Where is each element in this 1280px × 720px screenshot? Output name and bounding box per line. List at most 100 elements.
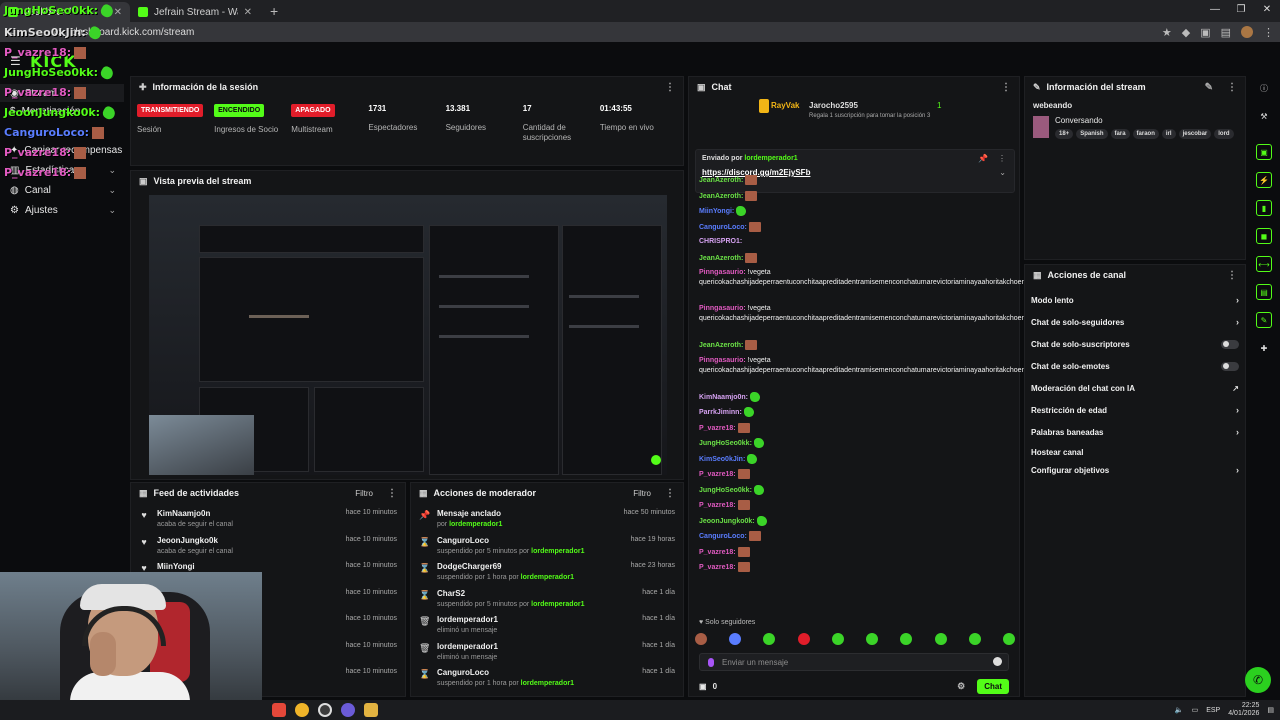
channel-action-2[interactable]: Chat de solo-suscriptores: [1025, 333, 1245, 355]
emote-button[interactable]: [797, 633, 810, 645]
tag-chip[interactable]: irl: [1161, 129, 1176, 139]
brave-icon[interactable]: [272, 703, 286, 717]
tag-chip[interactable]: lord: [1214, 129, 1234, 139]
profile-avatar[interactable]: [1241, 26, 1253, 38]
emote-button[interactable]: [763, 633, 776, 645]
panel-menu-icon[interactable]: ⋮: [665, 82, 675, 93]
lightning-icon[interactable]: ⚡: [1256, 172, 1272, 188]
chat-username[interactable]: CanguroLoco:: [699, 223, 747, 230]
chat-username[interactable]: KimSeo0kJin:: [699, 455, 745, 462]
chat-settings-icon[interactable]: ⚙: [957, 681, 965, 692]
sidepanel-icon[interactable]: ▤: [1221, 26, 1231, 39]
list-item[interactable]: 🗑 lordemperador1 eliminó un mensaje hace 1 …: [411, 611, 683, 637]
info-icon[interactable]: ⓘ: [1256, 80, 1272, 96]
wrench-icon[interactable]: ⚒: [1256, 108, 1272, 124]
emoji-icon[interactable]: [993, 657, 1002, 666]
chat-username[interactable]: P_vazre18:: [699, 564, 736, 571]
browser-tab-stream[interactable]: Jefrain Stream - Watch Live on ✕: [130, 2, 260, 22]
emote-button[interactable]: [968, 633, 981, 645]
chat-username[interactable]: Pinngasaurio:: [699, 357, 746, 364]
pin-icon[interactable]: 📌: [978, 154, 988, 163]
list-item[interactable]: ⌛ CanguroLoco suspendido por 1 hora por lo…: [411, 664, 683, 690]
emote-button[interactable]: [831, 633, 844, 645]
folder-icon[interactable]: [364, 703, 378, 717]
chat-username[interactable]: P_vazre18:: [699, 548, 736, 555]
chat-username[interactable]: JungHoSeo0kk:: [699, 440, 752, 447]
chat-username[interactable]: JeanAzeroth:: [699, 342, 743, 349]
chat-username[interactable]: Pinngasaurio:: [699, 305, 746, 312]
maximize-icon[interactable]: ❐: [1228, 0, 1254, 20]
emote-button[interactable]: [695, 633, 707, 645]
clock[interactable]: 22:25 4/01/2026: [1228, 702, 1259, 718]
emote-picker-icon[interactable]: [708, 658, 714, 667]
panel-menu-icon[interactable]: ⋮: [665, 488, 675, 499]
channel-action-6[interactable]: Palabras baneadas ›: [1025, 421, 1245, 443]
chat-username[interactable]: P_vazre18:: [699, 424, 736, 431]
chrome-icon[interactable]: [295, 703, 309, 717]
list-item[interactable]: ♥ JeoonJungko0k acaba de seguir el canal ha…: [131, 532, 405, 558]
extension-icon[interactable]: ◆: [1182, 26, 1190, 39]
moderator-name[interactable]: lordemperador1: [521, 680, 574, 687]
chat-input[interactable]: Enviar un mensaje: [699, 653, 1009, 671]
emote-button[interactable]: [866, 633, 879, 645]
channel-action-8[interactable]: Configurar objetivos ›: [1025, 459, 1245, 481]
toggle-switch[interactable]: [1221, 339, 1239, 349]
channel-action-5[interactable]: Restricción de edad ›: [1025, 399, 1245, 421]
chat-username[interactable]: ParrkJiminn:: [699, 409, 742, 416]
chat-username[interactable]: MiinYongi:: [699, 208, 734, 215]
chat-username[interactable]: JeanAzeroth:: [699, 254, 743, 261]
channel-action-4[interactable]: Moderación del chat con IA ↗: [1025, 377, 1245, 399]
floating-help-button[interactable]: ✆: [1245, 667, 1271, 693]
chat-username[interactable]: JeoonJungko0k:: [699, 517, 755, 524]
sidebar-item-canal[interactable]: ◍ Canal ⌄: [0, 181, 124, 199]
tag-chip[interactable]: jescobar: [1178, 129, 1212, 139]
bookmark-star-icon[interactable]: ★: [1162, 26, 1172, 39]
pinned-user[interactable]: lordemperador1: [744, 155, 797, 162]
chat-bubble-icon[interactable]: ◼: [1256, 228, 1272, 244]
pip-icon[interactable]: ▣: [1256, 144, 1272, 160]
tag-chip[interactable]: faraon: [1132, 129, 1159, 139]
pinned-menu-icon[interactable]: ⋮: [998, 154, 1006, 163]
extensions-puzzle-icon[interactable]: ▣: [1200, 26, 1210, 39]
minimize-icon[interactable]: —: [1202, 0, 1228, 20]
chat-username[interactable]: P_vazre18:: [699, 471, 736, 478]
chat-username[interactable]: JeanAzeroth:: [699, 177, 743, 184]
panel-menu-icon[interactable]: ⋮: [387, 488, 397, 499]
code-icon[interactable]: ⟷: [1256, 256, 1272, 272]
emote-button[interactable]: [1002, 633, 1015, 645]
new-tab-button[interactable]: +: [260, 3, 288, 22]
chat-username[interactable]: CanguroLoco:: [699, 533, 747, 540]
emote-button[interactable]: [900, 633, 913, 645]
tag-chip[interactable]: Spanish: [1076, 129, 1108, 139]
send-chat-button[interactable]: Chat: [977, 678, 1009, 694]
channel-action-3[interactable]: Chat de solo-emotes: [1025, 355, 1245, 377]
tag-chip[interactable]: fara: [1110, 129, 1130, 139]
edit-icon[interactable]: ✎: [1205, 82, 1213, 93]
channel-action-1[interactable]: Chat de solo-seguidores ›: [1025, 311, 1245, 333]
filter-button[interactable]: Filtro: [633, 489, 651, 498]
moderator-name[interactable]: lordemperador1: [531, 548, 584, 555]
browser-menu-icon[interactable]: ⋮: [1263, 26, 1274, 39]
close-window-icon[interactable]: ✕: [1254, 0, 1280, 20]
list-item[interactable]: 📌 Mensaje anclado por lordemperador1 hace 5…: [411, 505, 683, 531]
list-item[interactable]: ⌛ DodgeCharger69 suspendido por 1 hora por…: [411, 558, 683, 584]
chat-username[interactable]: JungHoSeo0kk:: [699, 486, 752, 493]
tab-close-icon[interactable]: ✕: [244, 7, 252, 18]
points-icon[interactable]: ▣: [699, 682, 707, 691]
language-indicator[interactable]: ESP: [1206, 707, 1220, 714]
notifications-icon[interactable]: ▤: [1267, 706, 1274, 714]
emote-button[interactable]: [934, 633, 947, 645]
panel-menu-icon[interactable]: ⋮: [1227, 82, 1237, 93]
clip-icon[interactable]: ▮: [1256, 200, 1272, 216]
filter-button[interactable]: Filtro: [355, 489, 373, 498]
toggle-switch[interactable]: [1221, 361, 1239, 371]
battery-icon[interactable]: ▭: [1192, 706, 1199, 714]
moderator-name[interactable]: lordemperador1: [449, 521, 502, 528]
list-item[interactable]: ♥ KimNaamjo0n acaba de seguir el canal hace…: [131, 505, 405, 531]
list-item[interactable]: ⌛ CanguroLoco suspendido por 5 minutos por…: [411, 532, 683, 558]
moderator-name[interactable]: lordemperador1: [531, 601, 584, 608]
channel-action-0[interactable]: Modo lento ›: [1025, 289, 1245, 311]
panel-menu-icon[interactable]: ⋮: [1001, 82, 1011, 93]
chat-username[interactable]: CHRISPRO1:: [699, 238, 742, 245]
extensions-icon[interactable]: ✚: [1256, 340, 1272, 356]
